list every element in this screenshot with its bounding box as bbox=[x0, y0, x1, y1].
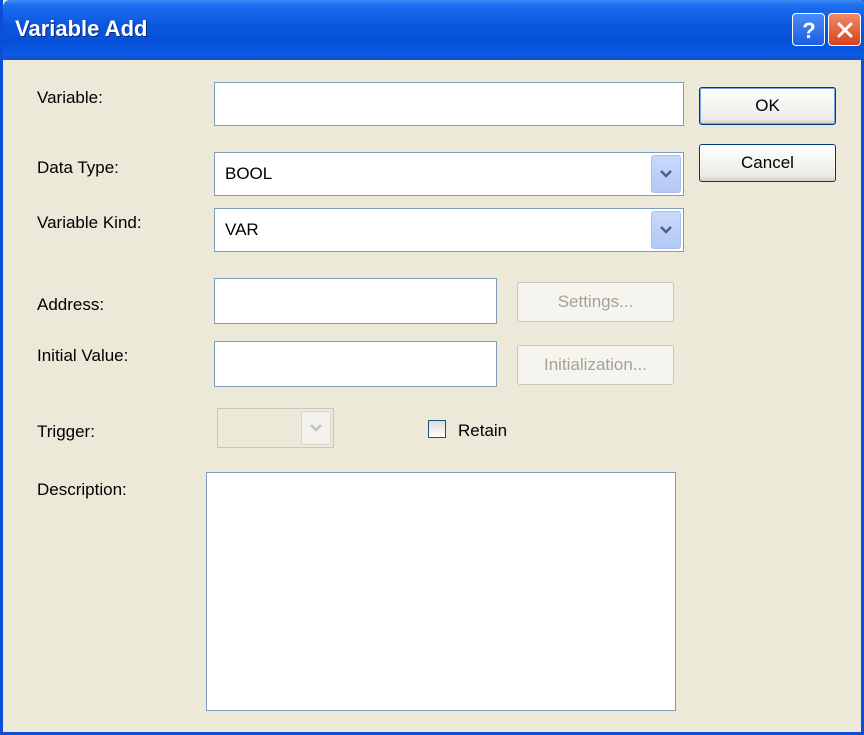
help-button[interactable]: ? bbox=[792, 13, 825, 46]
data-type-label: Data Type: bbox=[37, 158, 119, 177]
variable-kind-select[interactable]: VAR bbox=[214, 208, 684, 252]
close-icon bbox=[837, 22, 852, 37]
variable-kind-dropdown-button[interactable] bbox=[651, 211, 681, 249]
help-icon: ? bbox=[802, 18, 815, 42]
variable-label: Variable: bbox=[37, 88, 103, 107]
retain-label[interactable]: Retain bbox=[458, 421, 507, 441]
close-button[interactable] bbox=[828, 13, 861, 46]
data-type-value: BOOL bbox=[225, 164, 273, 183]
retain-checkbox[interactable] bbox=[428, 420, 446, 438]
initialization-button[interactable]: Initialization... bbox=[517, 345, 674, 385]
ok-button[interactable]: OK bbox=[699, 87, 836, 125]
variable-input[interactable] bbox=[214, 82, 684, 126]
title-bar[interactable]: Variable Add ? bbox=[3, 0, 864, 60]
address-label: Address: bbox=[37, 295, 105, 314]
description-textarea[interactable] bbox=[206, 472, 676, 711]
initial-value-input[interactable] bbox=[214, 341, 497, 387]
chevron-down-icon bbox=[660, 170, 672, 178]
settings-button[interactable]: Settings... bbox=[517, 282, 674, 322]
chevron-down-icon bbox=[660, 226, 672, 234]
address-input[interactable] bbox=[214, 278, 497, 324]
dialog-title: Variable Add bbox=[15, 16, 148, 41]
trigger-dropdown-button[interactable] bbox=[301, 411, 331, 445]
data-type-select[interactable]: BOOL bbox=[214, 152, 684, 196]
cancel-button[interactable]: Cancel bbox=[699, 144, 836, 182]
data-type-dropdown-button[interactable] bbox=[651, 155, 681, 193]
variable-add-dialog: Variable Add ? Variable: OK Cancel Data … bbox=[0, 0, 864, 735]
description-label: Description: bbox=[37, 480, 127, 499]
trigger-label: Trigger: bbox=[37, 422, 95, 441]
trigger-select[interactable] bbox=[217, 408, 334, 448]
svg-text:?: ? bbox=[802, 18, 815, 42]
chevron-down-icon bbox=[310, 424, 322, 432]
initial-value-label: Initial Value: bbox=[37, 346, 129, 365]
variable-kind-label: Variable Kind: bbox=[37, 213, 142, 232]
variable-kind-value: VAR bbox=[225, 220, 259, 239]
